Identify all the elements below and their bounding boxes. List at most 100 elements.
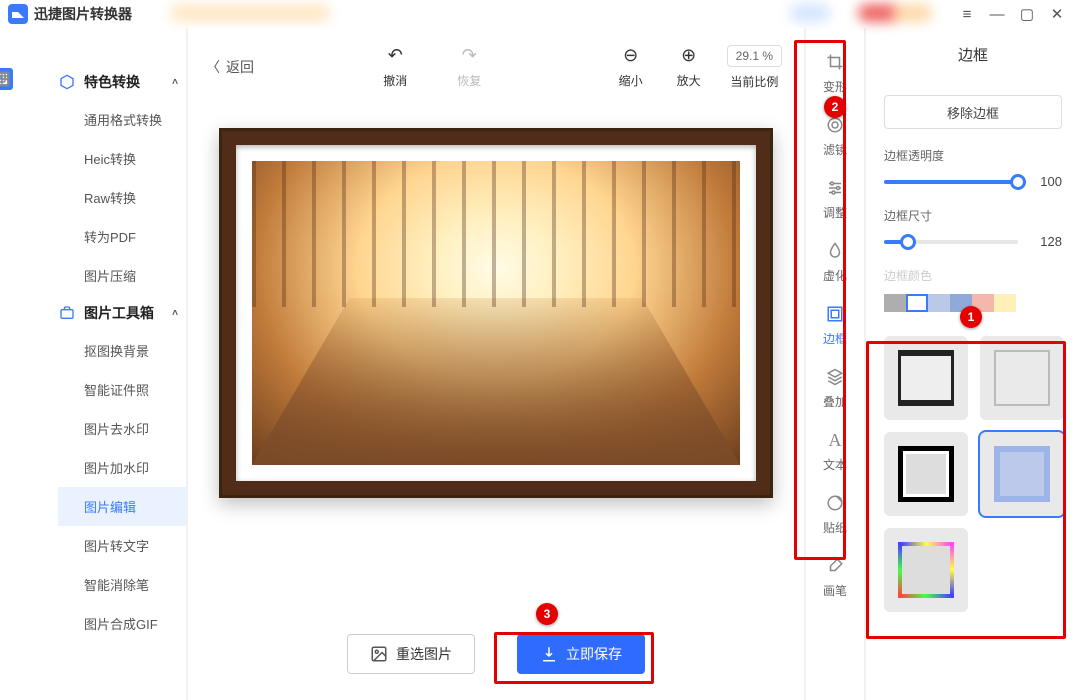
filter-icon [825,115,845,135]
remove-border-button[interactable]: 移除边框 [884,95,1062,129]
frame-style-grid [884,336,1062,612]
tool-border[interactable]: 边框 [806,294,864,357]
undo-label: 撤消 [383,72,407,89]
image-preview [252,161,740,465]
window-close[interactable]: ✕ [1042,0,1072,28]
hexagon-icon [58,73,76,91]
canvas-area: 〈 返回 ↶ 撤消 ↷ 恢复 ⊖ 缩小 ⊕ [186,28,804,700]
tool-adjust[interactable]: 调整 [806,168,864,231]
sidebar-item[interactable]: Raw转换 [58,178,186,217]
sidebar-item[interactable]: 图片合成GIF [58,604,186,643]
tool-overlay[interactable]: 叠加 [806,357,864,420]
redo-icon: ↷ [462,45,477,66]
color-swatch[interactable] [994,294,1016,312]
save-button[interactable]: 立即保存 [517,634,645,674]
chevron-up-icon: ˄ [172,308,178,319]
text-icon: A [825,430,845,450]
back-button[interactable]: 〈 返回 [206,57,254,77]
border-panel: 边框 移除边框 边框透明度 100 边框尺寸 128 [864,28,1080,700]
panel-title: 边框 [884,44,1062,65]
sidebar-group-toolbox[interactable]: 图片工具箱 ˄ [58,295,186,331]
sidebar-item[interactable]: 通用格式转换 [58,100,186,139]
sidebar-item[interactable]: 图片加水印 [58,448,186,487]
opacity-slider[interactable] [884,180,1018,184]
bottom-action-bar: 重选图片 立即保存 [188,608,804,700]
save-label: 立即保存 [566,644,622,664]
brush-icon [825,556,845,576]
tool-blur[interactable]: 虚化 [806,231,864,294]
zoom-ratio[interactable]: 29.1 % 当前比例 [727,45,782,90]
sidebar-item[interactable]: 图片去水印 [58,409,186,448]
decoration [170,4,330,22]
frame-style-rainbow[interactable] [884,528,968,612]
sidebar-item[interactable]: 图片压缩 [58,256,186,295]
size-slider[interactable] [884,240,1018,244]
opacity-group: 边框透明度 100 [884,147,1062,189]
opacity-value: 100 [1030,174,1062,189]
decoration [892,4,932,22]
color-swatch[interactable] [906,294,928,312]
sidebar-item[interactable]: 智能证件照 [58,370,186,409]
color-swatch[interactable] [884,294,906,312]
border-icon [825,304,845,324]
rail-copy-icon[interactable] [0,68,13,90]
zoom-out-icon: ⊖ [623,45,638,66]
back-label: 返回 [226,57,254,77]
sidebar-group-label: 图片工具箱 [84,303,154,323]
annotation-badge-1: 1 [960,306,982,328]
redo-label: 恢复 [457,72,481,89]
redo-button[interactable]: ↷ 恢复 [449,45,489,89]
frame-style-blue[interactable] [980,432,1064,516]
image-mat [236,145,756,481]
sidebar-item[interactable]: 智能消除笔 [58,565,186,604]
decoration [790,4,830,22]
sidebar-item-edit[interactable]: 图片编辑 [58,487,186,526]
toolbox-icon [58,304,76,322]
window-maximize[interactable]: ▢ [1012,0,1042,28]
zoom-in-button[interactable]: ⊕ 放大 [669,45,709,89]
sidebar-group-special[interactable]: 特色转换 ˄ [58,64,186,100]
mini-rail [0,28,58,700]
zoom-in-label: 放大 [677,72,701,89]
tool-sticker[interactable]: 贴纸 [806,483,864,546]
reselect-button[interactable]: 重选图片 [347,634,475,674]
image-frame[interactable] [219,128,773,498]
sidebar-item[interactable]: Heic转换 [58,139,186,178]
undo-button[interactable]: ↶ 撤消 [375,45,415,89]
drop-icon [825,241,845,261]
app-logo [8,4,28,24]
editor-toolbar: 〈 返回 ↶ 撤消 ↷ 恢复 ⊖ 缩小 ⊕ [188,28,804,106]
undo-icon: ↶ [388,45,403,66]
image-icon [370,645,388,663]
editor-stage [188,106,804,608]
sidebar-group-label: 特色转换 [84,72,140,92]
sliders-icon [825,178,845,198]
color-swatch[interactable] [928,294,950,312]
size-group: 边框尺寸 128 [884,207,1062,249]
annotation-badge-2: 2 [824,96,846,118]
tool-brush[interactable]: 画笔 [806,546,864,609]
app-title: 迅捷图片转换器 [34,4,132,24]
zoom-in-icon: ⊕ [681,45,696,66]
window-minimize[interactable]: — [982,0,1012,28]
frame-style-film[interactable] [884,336,968,420]
crop-icon [825,52,845,72]
download-icon [540,645,558,663]
zoom-ratio-label: 当前比例 [730,73,778,90]
sidebar-item[interactable]: 转为PDF [58,217,186,256]
size-label: 边框尺寸 [884,207,1062,224]
zoom-out-label: 缩小 [619,72,643,89]
title-bar: 迅捷图片转换器 ≡ — ▢ ✕ [0,0,1080,28]
frame-style-thick[interactable] [884,432,968,516]
chevron-up-icon: ˄ [172,77,178,88]
tool-text[interactable]: A文本 [806,420,864,483]
annotation-badge-3: 3 [536,603,558,625]
zoom-out-button[interactable]: ⊖ 缩小 [611,45,651,89]
sidebar-item[interactable]: 图片转文字 [58,526,186,565]
tool-rail: 变形 滤镜 调整 虚化 边框 叠加 A文本 贴纸 画笔 [804,28,864,700]
frame-style-thin[interactable] [980,336,1064,420]
window-menu-icon[interactable]: ≡ [952,0,982,28]
sidebar-item[interactable]: 抠图换背景 [58,331,186,370]
sidebar: 特色转换 ˄ 通用格式转换 Heic转换 Raw转换 转为PDF 图片压缩 图片… [58,28,186,700]
zoom-value: 29.1 % [727,45,782,67]
